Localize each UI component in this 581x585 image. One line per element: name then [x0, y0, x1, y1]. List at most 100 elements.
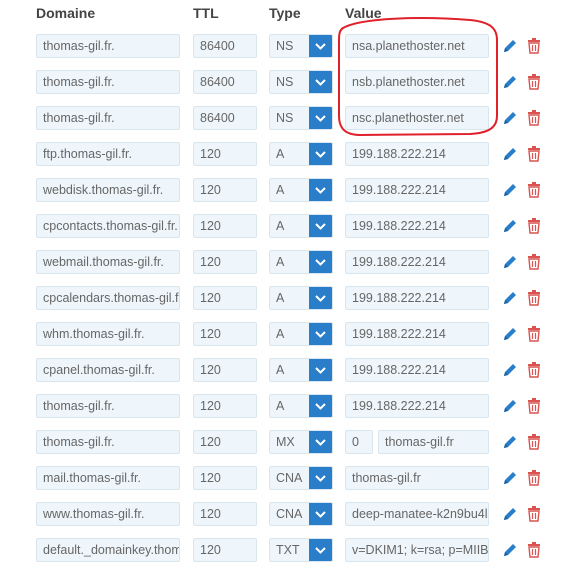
value-field[interactable]: nsa.planethoster.net — [345, 34, 489, 58]
chevron-down-icon[interactable] — [309, 359, 332, 381]
type-select[interactable]: NS — [269, 34, 333, 58]
ttl-field[interactable]: 120 — [193, 286, 257, 310]
type-select[interactable]: NS — [269, 106, 333, 130]
trash-icon[interactable] — [527, 362, 541, 378]
type-select[interactable]: A — [269, 178, 333, 202]
ttl-field[interactable]: 120 — [193, 142, 257, 166]
value-field[interactable]: thomas-gil.fr — [378, 430, 489, 454]
domain-field[interactable]: thomas-gil.fr. — [36, 430, 180, 454]
value-field[interactable]: thomas-gil.fr — [345, 466, 489, 490]
pencil-icon[interactable] — [502, 470, 518, 486]
chevron-down-icon[interactable] — [309, 395, 332, 417]
trash-icon[interactable] — [527, 146, 541, 162]
value-field[interactable]: deep-manatee-k2n9bu4l — [345, 502, 489, 526]
domain-field[interactable]: cpanel.thomas-gil.fr. — [36, 358, 180, 382]
chevron-down-icon[interactable] — [309, 215, 332, 237]
pencil-icon[interactable] — [502, 146, 518, 162]
ttl-field[interactable]: 120 — [193, 430, 257, 454]
type-select[interactable]: NS — [269, 70, 333, 94]
value-field[interactable]: 199.188.222.214 — [345, 322, 489, 346]
type-select[interactable]: A — [269, 214, 333, 238]
trash-icon[interactable] — [527, 290, 541, 306]
chevron-down-icon[interactable] — [309, 107, 332, 129]
chevron-down-icon[interactable] — [309, 431, 332, 453]
value-field[interactable]: 199.188.222.214 — [345, 142, 489, 166]
ttl-field[interactable]: 86400 — [193, 34, 257, 58]
ttl-field[interactable]: 120 — [193, 322, 257, 346]
value-field[interactable]: 199.188.222.214 — [345, 286, 489, 310]
ttl-field[interactable]: 120 — [193, 538, 257, 562]
trash-icon[interactable] — [527, 506, 541, 522]
domain-field[interactable]: webmail.thomas-gil.fr. — [36, 250, 180, 274]
type-select[interactable]: A — [269, 394, 333, 418]
chevron-down-icon[interactable] — [309, 143, 332, 165]
value-field[interactable]: v=DKIM1; k=rsa; p=MIIB — [345, 538, 489, 562]
domain-field[interactable]: whm.thomas-gil.fr. — [36, 322, 180, 346]
domain-field[interactable]: mail.thomas-gil.fr. — [36, 466, 180, 490]
trash-icon[interactable] — [527, 254, 541, 270]
type-select[interactable]: A — [269, 286, 333, 310]
type-select[interactable]: A — [269, 250, 333, 274]
trash-icon[interactable] — [527, 74, 541, 90]
type-select[interactable]: A — [269, 358, 333, 382]
type-select[interactable]: A — [269, 322, 333, 346]
domain-field[interactable]: ftp.thomas-gil.fr. — [36, 142, 180, 166]
value-field[interactable]: 199.188.222.214 — [345, 178, 489, 202]
pencil-icon[interactable] — [502, 506, 518, 522]
value-field[interactable]: nsb.planethoster.net — [345, 70, 489, 94]
chevron-down-icon[interactable] — [309, 71, 332, 93]
ttl-field[interactable]: 120 — [193, 466, 257, 490]
trash-icon[interactable] — [527, 110, 541, 126]
value-field[interactable]: 199.188.222.214 — [345, 214, 489, 238]
chevron-down-icon[interactable] — [309, 251, 332, 273]
ttl-field[interactable]: 120 — [193, 502, 257, 526]
value-field[interactable]: 199.188.222.214 — [345, 250, 489, 274]
domain-field[interactable]: thomas-gil.fr. — [36, 394, 180, 418]
chevron-down-icon[interactable] — [309, 323, 332, 345]
pencil-icon[interactable] — [502, 254, 518, 270]
trash-icon[interactable] — [527, 398, 541, 414]
domain-field[interactable]: default._domainkey.thomas-gil.fr. — [36, 538, 180, 562]
domain-field[interactable]: cpcalendars.thomas-gil.fr. — [36, 286, 180, 310]
pencil-icon[interactable] — [502, 290, 518, 306]
pencil-icon[interactable] — [502, 110, 518, 126]
pencil-icon[interactable] — [502, 362, 518, 378]
trash-icon[interactable] — [527, 542, 541, 558]
chevron-down-icon[interactable] — [309, 503, 332, 525]
priority-field[interactable]: 0 — [345, 430, 373, 454]
pencil-icon[interactable] — [502, 218, 518, 234]
trash-icon[interactable] — [527, 434, 541, 450]
domain-field[interactable]: thomas-gil.fr. — [36, 34, 180, 58]
trash-icon[interactable] — [527, 326, 541, 342]
ttl-field[interactable]: 120 — [193, 214, 257, 238]
type-select[interactable]: A — [269, 142, 333, 166]
value-field[interactable]: 199.188.222.214 — [345, 358, 489, 382]
pencil-icon[interactable] — [502, 326, 518, 342]
pencil-icon[interactable] — [502, 74, 518, 90]
domain-field[interactable]: thomas-gil.fr. — [36, 106, 180, 130]
domain-field[interactable]: webdisk.thomas-gil.fr. — [36, 178, 180, 202]
domain-field[interactable]: cpcontacts.thomas-gil.fr. — [36, 214, 180, 238]
ttl-field[interactable]: 86400 — [193, 70, 257, 94]
chevron-down-icon[interactable] — [309, 287, 332, 309]
pencil-icon[interactable] — [502, 38, 518, 54]
pencil-icon[interactable] — [502, 542, 518, 558]
type-select[interactable]: CNA — [269, 502, 333, 526]
chevron-down-icon[interactable] — [309, 539, 332, 561]
chevron-down-icon[interactable] — [309, 467, 332, 489]
chevron-down-icon[interactable] — [309, 35, 332, 57]
type-select[interactable]: CNA — [269, 466, 333, 490]
chevron-down-icon[interactable] — [309, 179, 332, 201]
trash-icon[interactable] — [527, 218, 541, 234]
value-field[interactable]: nsc.planethoster.net — [345, 106, 489, 130]
ttl-field[interactable]: 120 — [193, 178, 257, 202]
pencil-icon[interactable] — [502, 398, 518, 414]
type-select[interactable]: TXT — [269, 538, 333, 562]
ttl-field[interactable]: 120 — [193, 394, 257, 418]
trash-icon[interactable] — [527, 182, 541, 198]
ttl-field[interactable]: 86400 — [193, 106, 257, 130]
ttl-field[interactable]: 120 — [193, 358, 257, 382]
value-field[interactable]: 199.188.222.214 — [345, 394, 489, 418]
domain-field[interactable]: www.thomas-gil.fr. — [36, 502, 180, 526]
trash-icon[interactable] — [527, 38, 541, 54]
